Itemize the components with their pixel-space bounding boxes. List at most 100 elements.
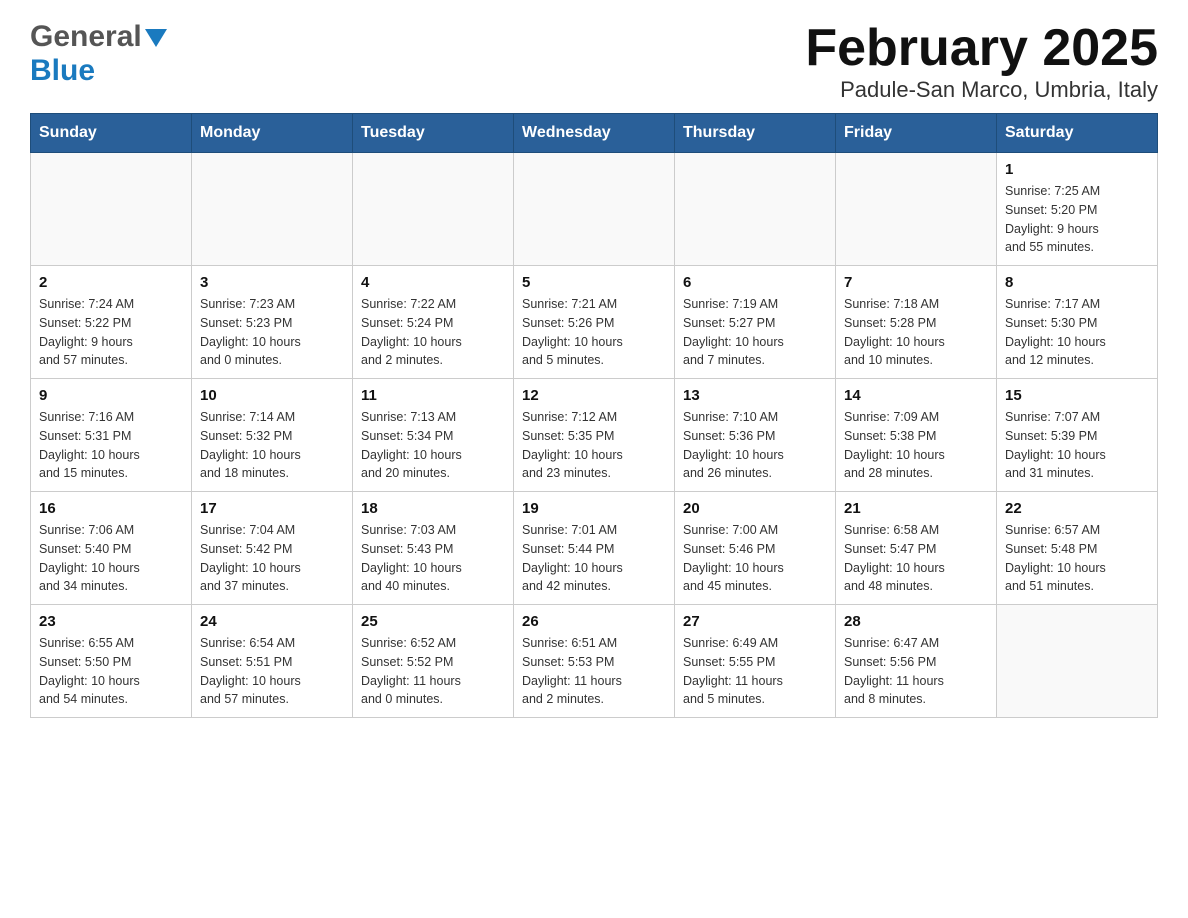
day-number: 2 [39, 274, 183, 291]
calendar-day-cell: 25Sunrise: 6:52 AMSunset: 5:52 PMDayligh… [353, 605, 514, 718]
day-info: Sunrise: 7:21 AMSunset: 5:26 PMDaylight:… [522, 295, 666, 370]
day-number: 16 [39, 500, 183, 517]
weekday-header-wednesday: Wednesday [514, 114, 675, 153]
day-number: 6 [683, 274, 827, 291]
calendar-subtitle: Padule-San Marco, Umbria, Italy [805, 77, 1158, 103]
logo-blue-text: Blue [30, 54, 95, 87]
day-info: Sunrise: 7:22 AMSunset: 5:24 PMDaylight:… [361, 295, 505, 370]
day-number: 27 [683, 613, 827, 630]
calendar-day-cell [353, 153, 514, 266]
day-info: Sunrise: 7:18 AMSunset: 5:28 PMDaylight:… [844, 295, 988, 370]
calendar-week-row: 2 Sunrise: 7:24 AMSunset: 5:22 PMDaylight… [31, 266, 1158, 379]
calendar-day-cell: 1 Sunrise: 7:25 AMSunset: 5:20 PMDaylight… [997, 153, 1158, 266]
day-info: Sunrise: 6:49 AMSunset: 5:55 PMDaylight:… [683, 634, 827, 709]
day-info: Sunrise: 7:10 AMSunset: 5:36 PMDaylight:… [683, 408, 827, 483]
weekday-header-friday: Friday [836, 114, 997, 153]
calendar-day-cell: 26 Sunrise: 6:51 AMSunset: 5:53 PMDayligh… [514, 605, 675, 718]
calendar-day-cell: 2 Sunrise: 7:24 AMSunset: 5:22 PMDaylight… [31, 266, 192, 379]
weekday-header-sunday: Sunday [31, 114, 192, 153]
day-number: 9 [39, 387, 183, 404]
calendar-title-block: February 2025 Padule-San Marco, Umbria, … [805, 20, 1158, 103]
day-info: Sunrise: 6:55 AMSunset: 5:50 PMDaylight:… [39, 634, 183, 709]
calendar-day-cell: 12 Sunrise: 7:12 AMSunset: 5:35 PMDayligh… [514, 379, 675, 492]
day-number: 4 [361, 274, 505, 291]
day-info: Sunrise: 7:07 AMSunset: 5:39 PMDaylight:… [1005, 408, 1149, 483]
calendar-day-cell: 24Sunrise: 6:54 AMSunset: 5:51 PMDayligh… [192, 605, 353, 718]
day-number: 8 [1005, 274, 1149, 291]
day-info: Sunrise: 7:01 AMSunset: 5:44 PMDaylight:… [522, 521, 666, 596]
day-info: Sunrise: 7:19 AMSunset: 5:27 PMDaylight:… [683, 295, 827, 370]
day-number: 1 [1005, 161, 1149, 178]
day-info: Sunrise: 6:57 AMSunset: 5:48 PMDaylight:… [1005, 521, 1149, 596]
day-info: Sunrise: 7:06 AMSunset: 5:40 PMDaylight:… [39, 521, 183, 596]
day-info: Sunrise: 6:58 AMSunset: 5:47 PMDaylight:… [844, 521, 988, 596]
weekday-header-monday: Monday [192, 114, 353, 153]
calendar-day-cell: 7 Sunrise: 7:18 AMSunset: 5:28 PMDaylight… [836, 266, 997, 379]
logo-triangle-icon [145, 29, 167, 47]
day-number: 7 [844, 274, 988, 291]
day-info: Sunrise: 7:17 AMSunset: 5:30 PMDaylight:… [1005, 295, 1149, 370]
calendar-day-cell: 3 Sunrise: 7:23 AMSunset: 5:23 PMDaylight… [192, 266, 353, 379]
day-info: Sunrise: 7:24 AMSunset: 5:22 PMDaylight:… [39, 295, 183, 370]
day-number: 11 [361, 387, 505, 404]
calendar-day-cell [997, 605, 1158, 718]
day-info: Sunrise: 6:51 AMSunset: 5:53 PMDaylight:… [522, 634, 666, 709]
day-number: 10 [200, 387, 344, 404]
calendar-day-cell: 8 Sunrise: 7:17 AMSunset: 5:30 PMDaylight… [997, 266, 1158, 379]
day-number: 22 [1005, 500, 1149, 517]
day-number: 3 [200, 274, 344, 291]
calendar-day-cell: 16 Sunrise: 7:06 AMSunset: 5:40 PMDayligh… [31, 492, 192, 605]
day-number: 24 [200, 613, 344, 630]
calendar-day-cell: 13 Sunrise: 7:10 AMSunset: 5:36 PMDayligh… [675, 379, 836, 492]
calendar-day-cell: 23 Sunrise: 6:55 AMSunset: 5:50 PMDayligh… [31, 605, 192, 718]
calendar-day-cell: 14Sunrise: 7:09 AMSunset: 5:38 PMDayligh… [836, 379, 997, 492]
day-info: Sunrise: 7:03 AMSunset: 5:43 PMDaylight:… [361, 521, 505, 596]
calendar-week-row: 9 Sunrise: 7:16 AMSunset: 5:31 PMDaylight… [31, 379, 1158, 492]
logo: General Blue [30, 20, 167, 88]
day-number: 21 [844, 500, 988, 517]
day-number: 5 [522, 274, 666, 291]
day-number: 14 [844, 387, 988, 404]
calendar-day-cell [675, 153, 836, 266]
day-info: Sunrise: 6:47 AMSunset: 5:56 PMDaylight:… [844, 634, 988, 709]
day-number: 23 [39, 613, 183, 630]
weekday-header-saturday: Saturday [997, 114, 1158, 153]
day-info: Sunrise: 7:16 AMSunset: 5:31 PMDaylight:… [39, 408, 183, 483]
day-number: 20 [683, 500, 827, 517]
calendar-day-cell: 10 Sunrise: 7:14 AMSunset: 5:32 PMDayligh… [192, 379, 353, 492]
day-number: 15 [1005, 387, 1149, 404]
day-number: 17 [200, 500, 344, 517]
calendar-week-row: 1 Sunrise: 7:25 AMSunset: 5:20 PMDaylight… [31, 153, 1158, 266]
calendar-day-cell [514, 153, 675, 266]
calendar-day-cell [192, 153, 353, 266]
day-number: 13 [683, 387, 827, 404]
day-number: 19 [522, 500, 666, 517]
day-info: Sunrise: 7:00 AMSunset: 5:46 PMDaylight:… [683, 521, 827, 596]
calendar-title: February 2025 [805, 20, 1158, 77]
calendar-day-cell: 21 Sunrise: 6:58 AMSunset: 5:47 PMDayligh… [836, 492, 997, 605]
calendar-day-cell: 5 Sunrise: 7:21 AMSunset: 5:26 PMDaylight… [514, 266, 675, 379]
calendar-week-row: 23 Sunrise: 6:55 AMSunset: 5:50 PMDayligh… [31, 605, 1158, 718]
calendar-day-cell: 27 Sunrise: 6:49 AMSunset: 5:55 PMDayligh… [675, 605, 836, 718]
calendar-week-row: 16 Sunrise: 7:06 AMSunset: 5:40 PMDayligh… [31, 492, 1158, 605]
day-number: 25 [361, 613, 505, 630]
calendar-day-cell: 17Sunrise: 7:04 AMSunset: 5:42 PMDayligh… [192, 492, 353, 605]
day-info: Sunrise: 7:25 AMSunset: 5:20 PMDaylight:… [1005, 182, 1149, 257]
calendar-day-cell: 19 Sunrise: 7:01 AMSunset: 5:44 PMDayligh… [514, 492, 675, 605]
day-info: Sunrise: 7:12 AMSunset: 5:35 PMDaylight:… [522, 408, 666, 483]
day-number: 26 [522, 613, 666, 630]
day-info: Sunrise: 7:14 AMSunset: 5:32 PMDaylight:… [200, 408, 344, 483]
day-info: Sunrise: 7:23 AMSunset: 5:23 PMDaylight:… [200, 295, 344, 370]
day-number: 12 [522, 387, 666, 404]
day-number: 28 [844, 613, 988, 630]
calendar-header-row: SundayMondayTuesdayWednesdayThursdayFrid… [31, 114, 1158, 153]
logo-general-text: General [30, 20, 142, 54]
day-info: Sunrise: 7:13 AMSunset: 5:34 PMDaylight:… [361, 408, 505, 483]
calendar-day-cell: 22 Sunrise: 6:57 AMSunset: 5:48 PMDayligh… [997, 492, 1158, 605]
calendar-day-cell: 4 Sunrise: 7:22 AMSunset: 5:24 PMDaylight… [353, 266, 514, 379]
weekday-header-tuesday: Tuesday [353, 114, 514, 153]
calendar-day-cell: 6 Sunrise: 7:19 AMSunset: 5:27 PMDaylight… [675, 266, 836, 379]
calendar-day-cell: 18Sunrise: 7:03 AMSunset: 5:43 PMDayligh… [353, 492, 514, 605]
weekday-header-thursday: Thursday [675, 114, 836, 153]
calendar-day-cell: 11 Sunrise: 7:13 AMSunset: 5:34 PMDayligh… [353, 379, 514, 492]
